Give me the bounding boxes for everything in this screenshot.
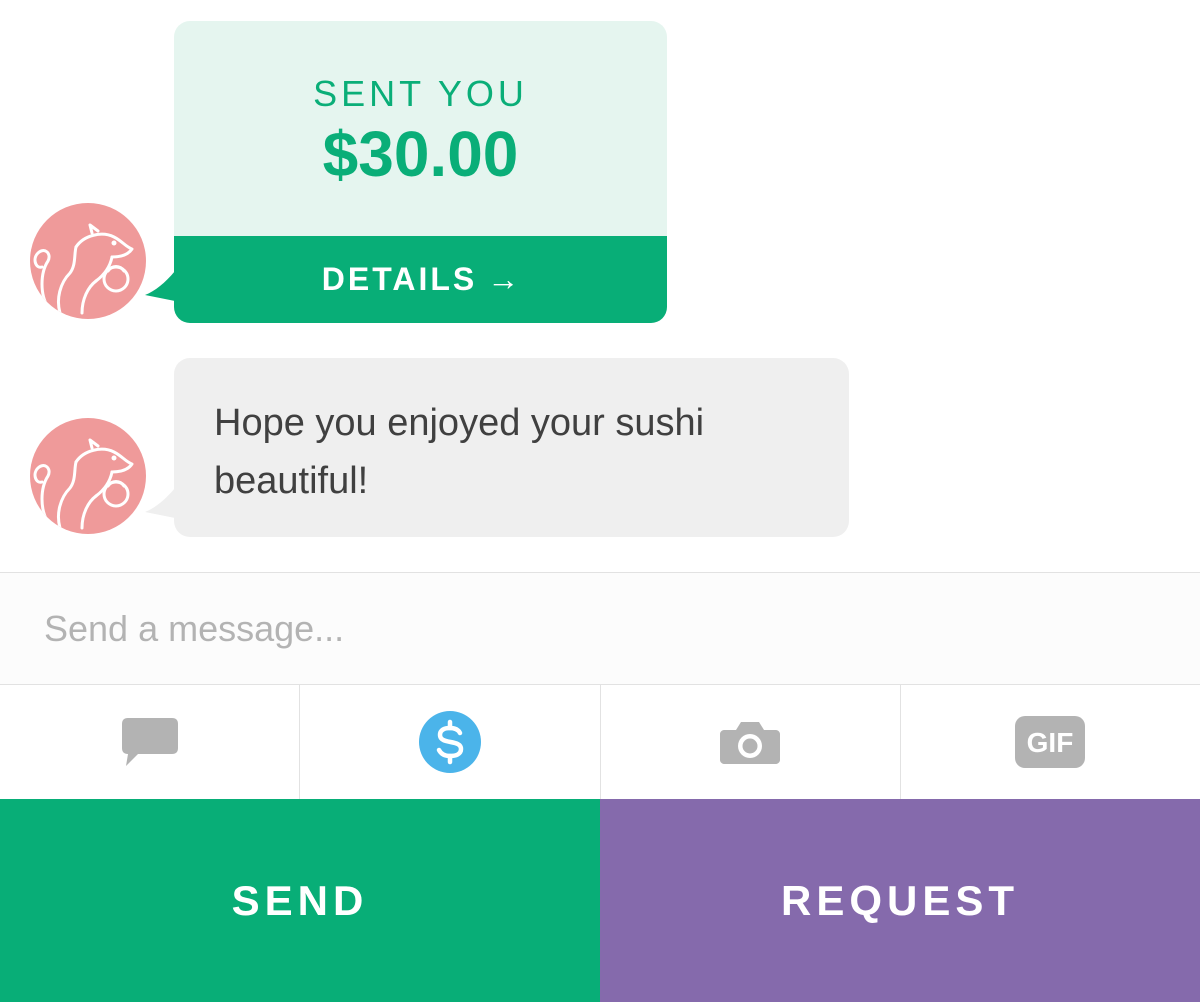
gif-icon: GIF [1015,716,1086,768]
details-label: DETAILS [321,261,478,297]
action-buttons: SEND REQUEST [0,799,1200,1002]
dollar-icon [418,711,481,773]
camera-icon [720,722,781,764]
details-button[interactable]: DETAILS → [174,236,667,323]
payment-amount: $30.00 [322,118,519,190]
sender-avatar[interactable] [30,203,146,319]
send-button[interactable]: SEND [0,799,600,1002]
camera-tab[interactable] [601,685,901,799]
message-text: Hope you enjoyed your sushi beautiful! [214,402,705,502]
message-input[interactable] [0,573,1200,684]
composer-toolbar: GIF [0,684,1200,799]
request-button[interactable]: REQUEST [600,799,1200,1002]
gif-label: GIF [1027,727,1074,758]
squirrel-icon [33,438,134,530]
arrow-right-icon: → [487,261,520,297]
sent-you-label: SENT YOU [313,73,528,114]
gif-tab[interactable]: GIF [901,685,1200,799]
chat-tab[interactable] [0,685,301,799]
chat-bubble-icon [121,718,178,766]
sender-avatar[interactable] [30,418,146,534]
message-bubble: Hope you enjoyed your sushi beautiful! [174,358,849,537]
payment-tab[interactable] [300,685,601,799]
payment-summary: SENT YOU $30.00 [174,21,667,236]
payment-card: SENT YOU $30.00 DETAILS → [174,21,667,323]
squirrel-icon [33,223,134,315]
message-composer [0,572,1200,684]
